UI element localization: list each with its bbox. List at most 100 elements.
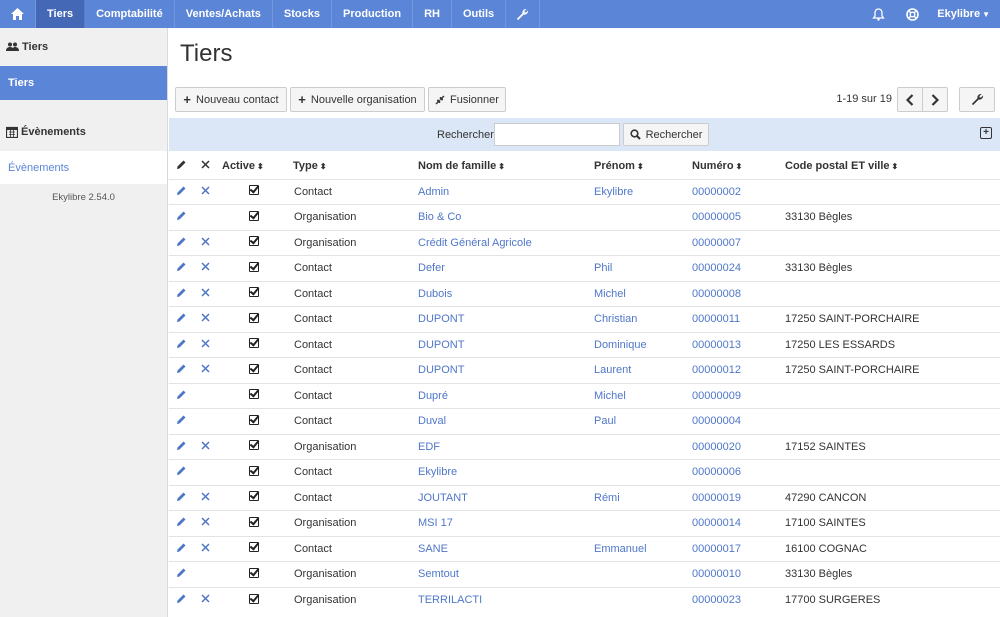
- numero-link[interactable]: 00000023: [690, 586, 783, 613]
- edit-button[interactable]: [169, 178, 193, 205]
- nav-item-rh[interactable]: RH: [413, 0, 452, 28]
- next-page-button[interactable]: [922, 87, 948, 112]
- numero-link[interactable]: 00000017: [690, 535, 783, 562]
- sidebar-item-evenements[interactable]: Évènements: [0, 151, 167, 184]
- prenom-link[interactable]: [592, 433, 690, 460]
- edit-button[interactable]: [169, 357, 193, 383]
- nom-link[interactable]: Defer: [404, 255, 592, 281]
- prenom-link[interactable]: Ekylibre: [592, 178, 690, 205]
- delete-button[interactable]: [193, 357, 217, 383]
- prenom-link[interactable]: Emmanuel: [592, 535, 690, 562]
- edit-button[interactable]: [169, 382, 193, 409]
- delete-button[interactable]: [193, 331, 217, 358]
- search-input[interactable]: [494, 123, 620, 146]
- numero-link[interactable]: 00000020: [690, 433, 783, 460]
- edit-button[interactable]: [169, 204, 193, 230]
- delete-button[interactable]: [193, 229, 217, 256]
- prenom-link[interactable]: [592, 204, 690, 230]
- nom-link[interactable]: TERRILACTI: [404, 586, 592, 613]
- edit-button[interactable]: [169, 255, 193, 281]
- delete-button[interactable]: [193, 306, 217, 332]
- nom-link[interactable]: DUPONT: [404, 331, 592, 358]
- previous-page-button[interactable]: [897, 87, 923, 112]
- settings-button[interactable]: [506, 0, 541, 28]
- numero-link[interactable]: 00000005: [690, 204, 783, 230]
- nav-item-stocks[interactable]: Stocks: [273, 0, 332, 28]
- edit-button[interactable]: [169, 535, 193, 562]
- nom-link[interactable]: DUPONT: [404, 306, 592, 332]
- numero-link[interactable]: 00000007: [690, 229, 783, 256]
- numero-link[interactable]: 00000009: [690, 382, 783, 409]
- edit-button[interactable]: [169, 331, 193, 358]
- prenom-link[interactable]: Dominique: [592, 331, 690, 358]
- edit-button[interactable]: [169, 459, 193, 485]
- nom-link[interactable]: Dubois: [404, 280, 592, 307]
- home-button[interactable]: [0, 0, 36, 28]
- prenom-link[interactable]: [592, 561, 690, 587]
- search-button[interactable]: Rechercher: [623, 123, 709, 146]
- nav-item-outils[interactable]: Outils: [452, 0, 507, 28]
- nom-link[interactable]: Admin: [404, 178, 592, 205]
- column-header-active[interactable]: Active ⬍: [217, 154, 291, 179]
- edit-button[interactable]: [169, 586, 193, 613]
- prenom-link[interactable]: Laurent: [592, 357, 690, 383]
- column-header-type[interactable]: Type ⬍: [291, 154, 404, 179]
- edit-button[interactable]: [169, 408, 193, 434]
- delete-button[interactable]: [193, 255, 217, 281]
- delete-button[interactable]: [193, 510, 217, 536]
- nom-link[interactable]: SANE: [404, 535, 592, 562]
- delete-button[interactable]: [193, 178, 217, 205]
- column-header-prenom[interactable]: Prénom ⬍: [592, 154, 690, 179]
- nav-item-production[interactable]: Production: [332, 0, 414, 28]
- numero-link[interactable]: 00000014: [690, 510, 783, 536]
- nom-link[interactable]: Semtout: [404, 561, 592, 587]
- prenom-link[interactable]: Paul: [592, 408, 690, 434]
- edit-button[interactable]: [169, 229, 193, 256]
- delete-button[interactable]: [193, 535, 217, 562]
- nom-link[interactable]: DUPONT: [404, 357, 592, 383]
- numero-link[interactable]: 00000008: [690, 280, 783, 307]
- nom-link[interactable]: Dupré: [404, 382, 592, 409]
- delete-button[interactable]: [193, 280, 217, 307]
- numero-link[interactable]: 00000013: [690, 331, 783, 358]
- nom-link[interactable]: EDF: [404, 433, 592, 460]
- numero-link[interactable]: 00000019: [690, 484, 783, 511]
- numero-link[interactable]: 00000004: [690, 408, 783, 434]
- edit-button[interactable]: [169, 306, 193, 332]
- numero-link[interactable]: 00000010: [690, 561, 783, 587]
- edit-button[interactable]: [169, 484, 193, 511]
- prenom-link[interactable]: Rémi: [592, 484, 690, 511]
- prenom-link[interactable]: Michel: [592, 382, 690, 409]
- prenom-link[interactable]: [592, 510, 690, 536]
- numero-link[interactable]: 00000002: [690, 178, 783, 205]
- edit-button[interactable]: [169, 280, 193, 307]
- numero-link[interactable]: 00000006: [690, 459, 783, 485]
- column-header-numero[interactable]: Numéro ⬍: [690, 154, 783, 179]
- notifications-button[interactable]: [861, 0, 895, 28]
- numero-link[interactable]: 00000024: [690, 255, 783, 281]
- prenom-link[interactable]: [592, 229, 690, 256]
- list-settings-button[interactable]: [959, 87, 995, 112]
- prenom-link[interactable]: Michel: [592, 280, 690, 307]
- nav-item-ventes-achats[interactable]: Ventes/Achats: [175, 0, 273, 28]
- column-header-nom[interactable]: Nom de famille ⬍: [404, 154, 592, 179]
- nom-link[interactable]: Bio & Co: [404, 204, 592, 230]
- edit-button[interactable]: [169, 561, 193, 587]
- expand-filters-icon[interactable]: +: [980, 127, 992, 139]
- nav-item-tiers[interactable]: Tiers: [36, 0, 86, 28]
- delete-button[interactable]: [193, 433, 217, 460]
- prenom-link[interactable]: Phil: [592, 255, 690, 281]
- edit-button[interactable]: [169, 433, 193, 460]
- new-contact-button[interactable]: + Nouveau contact: [175, 87, 287, 112]
- new-organization-button[interactable]: + Nouvelle organisation: [290, 87, 425, 112]
- delete-button[interactable]: [193, 586, 217, 613]
- prenom-link[interactable]: [592, 459, 690, 485]
- help-button[interactable]: [895, 0, 929, 28]
- user-menu[interactable]: Ekylibre ▼: [929, 0, 1000, 28]
- nom-link[interactable]: Ekylibre: [404, 459, 592, 485]
- delete-button[interactable]: [193, 484, 217, 511]
- edit-button[interactable]: [169, 510, 193, 536]
- numero-link[interactable]: 00000012: [690, 357, 783, 383]
- numero-link[interactable]: 00000011: [690, 306, 783, 332]
- nav-item-comptabilite[interactable]: Comptabilité: [85, 0, 175, 28]
